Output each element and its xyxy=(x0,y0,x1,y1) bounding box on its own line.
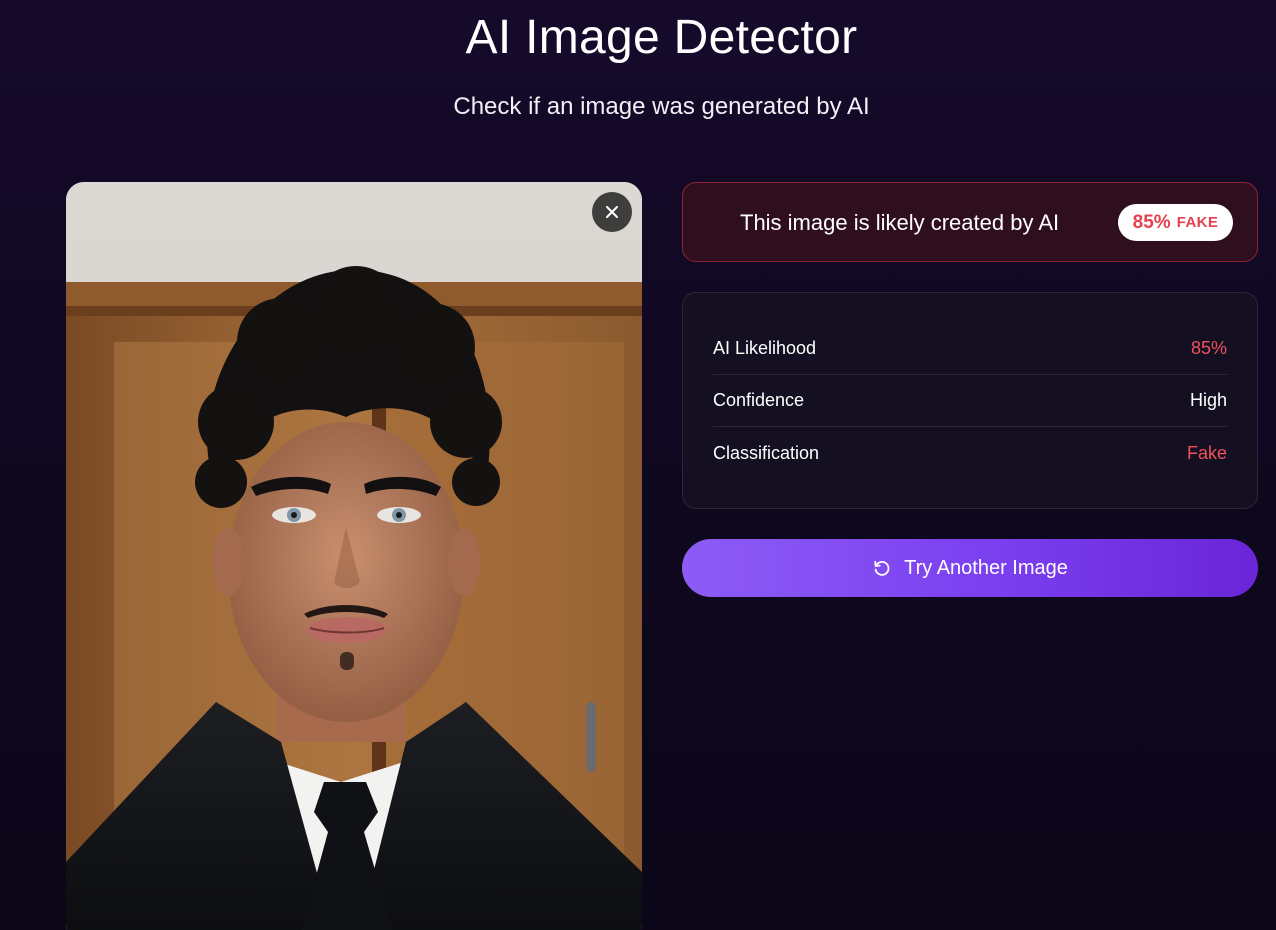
app: AI Image Detector Check if an image was … xyxy=(0,0,1276,930)
stat-row-ai-likelihood: AI Likelihood 85% xyxy=(713,323,1227,375)
page-subtitle: Check if an image was generated by AI xyxy=(453,93,870,120)
result-banner: This image is likely created by AI 85% F… xyxy=(682,182,1258,262)
stat-label: Confidence xyxy=(713,390,805,410)
stat-row-classification: Classification Fake xyxy=(713,427,1227,479)
try-another-image-button[interactable]: Try Another Image xyxy=(682,539,1258,597)
stat-value: Fake xyxy=(1186,442,1227,463)
page-title: AI Image Detector xyxy=(465,11,858,64)
result-message: This image is likely created by AI xyxy=(740,210,1060,235)
stat-value: High xyxy=(1189,390,1227,410)
portrait-photo xyxy=(66,182,642,930)
stat-row-confidence: Confidence High xyxy=(713,375,1227,427)
close-icon xyxy=(606,206,618,218)
result-badge-label: FAKE xyxy=(1176,214,1219,231)
stats-card: AI Likelihood 85% Confidence High Classi… xyxy=(682,292,1258,509)
result-badge-percent: 85% xyxy=(1132,211,1171,233)
stat-value: 85% xyxy=(1190,338,1227,358)
uploaded-image-preview xyxy=(66,182,642,930)
try-another-image-label: Try Another Image xyxy=(904,556,1068,579)
stat-label: Classification xyxy=(713,442,820,463)
remove-image-button[interactable] xyxy=(592,192,632,232)
stat-label: AI Likelihood xyxy=(713,338,817,358)
result-badge: 85% FAKE xyxy=(1118,204,1233,241)
refresh-icon xyxy=(874,560,890,576)
